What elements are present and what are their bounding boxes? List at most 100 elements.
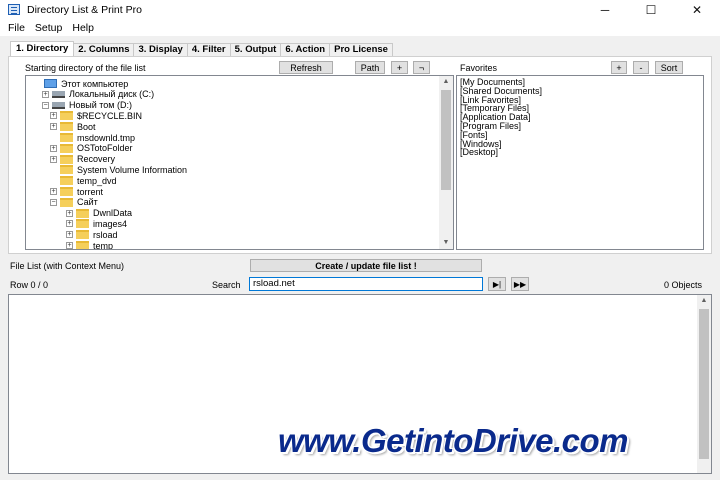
scroll-up-icon[interactable]: ▲ <box>439 76 453 88</box>
create-file-list-button[interactable]: Create / update file list ! <box>250 259 482 272</box>
path-arrow-button[interactable]: ¬ <box>413 61 430 74</box>
add-favorite-button[interactable]: + <box>611 61 627 74</box>
tab-display[interactable]: 3. Display <box>133 43 188 56</box>
scroll-down-icon[interactable]: ▼ <box>439 237 453 249</box>
favorite-item[interactable]: [Desktop] <box>460 148 700 157</box>
tree-item-label: temp <box>93 240 114 250</box>
folder-icon <box>76 208 89 218</box>
tree-item[interactable]: + torrent <box>50 186 103 197</box>
watermark-text: www.GetintoDrive.com <box>278 422 629 459</box>
file-list-label: File List (with Context Menu) <box>10 261 125 271</box>
refresh-button[interactable]: Refresh <box>279 61 333 74</box>
tree-item-label: Recovery <box>77 154 116 165</box>
maximize-button[interactable]: ☐ <box>628 0 674 20</box>
folder-icon <box>60 133 73 142</box>
tree-item[interactable]: − Новый том (D:) <box>42 100 132 111</box>
drive-icon <box>52 101 65 109</box>
tree-item-label: Этот компьютер <box>61 78 129 89</box>
collapse-icon[interactable]: − <box>50 198 57 206</box>
tab-columns[interactable]: 2. Columns <box>73 43 135 56</box>
tree-item-label: DwnlData <box>93 208 133 219</box>
title-bar: Directory List & Print Pro ─ ☐ ✕ <box>0 0 720 20</box>
tree-item-label: Boot <box>77 121 96 132</box>
expand-icon[interactable]: + <box>66 231 73 239</box>
tree-item[interactable]: Этот компьютер <box>34 78 128 89</box>
tree-item[interactable]: + Локальный диск (C:) <box>42 89 154 100</box>
scroll-thumb[interactable] <box>699 309 709 459</box>
path-button[interactable]: Path <box>355 61 385 74</box>
favorites-label: Favorites <box>460 63 498 73</box>
folder-icon <box>60 176 73 186</box>
tree-item[interactable]: + images4 <box>66 218 127 229</box>
expand-icon[interactable]: + <box>66 209 73 217</box>
tree-item-label: OSTotoFolder <box>77 143 133 154</box>
search-all-button[interactable]: ▶▶ <box>511 277 529 291</box>
minimize-button[interactable]: ─ <box>582 0 628 20</box>
remove-favorite-button[interactable]: - <box>633 61 649 74</box>
add-path-button[interactable]: + <box>391 61 408 74</box>
expand-icon[interactable]: + <box>50 188 57 195</box>
window-title: Directory List & Print Pro <box>27 4 142 16</box>
tree-scrollbar[interactable]: ▲ ▼ <box>439 76 453 249</box>
favorite-item[interactable]: [Program Files] <box>460 122 700 131</box>
close-button[interactable]: ✕ <box>674 0 720 20</box>
tree-item-label: temp_dvd <box>77 175 117 186</box>
tree-item[interactable]: + temp <box>66 240 114 250</box>
menu-file[interactable]: File <box>3 20 30 36</box>
folder-icon <box>60 111 73 121</box>
expand-icon[interactable]: + <box>66 220 73 228</box>
sort-favorites-button[interactable]: Sort <box>655 61 683 74</box>
tree-item[interactable]: System Volume Information <box>50 164 187 175</box>
app-icon <box>8 4 20 15</box>
folder-icon <box>60 165 73 175</box>
tab-strip: 1. Directory 2. Columns 3. Display 4. Fi… <box>10 41 393 56</box>
menu-setup[interactable]: Setup <box>30 20 67 36</box>
expand-icon[interactable]: + <box>50 155 57 163</box>
folder-icon <box>76 241 89 249</box>
tree-item-label: torrent <box>77 186 104 197</box>
computer-icon <box>44 79 57 88</box>
folder-icon <box>76 219 89 229</box>
tree-item[interactable]: − Сайт <box>50 197 98 208</box>
tree-item-label: $RECYCLE.BIN <box>77 110 143 121</box>
row-status: Row 0 / 0 <box>10 280 49 290</box>
file-list-scrollbar[interactable]: ▲ <box>697 295 711 473</box>
tab-action[interactable]: 6. Action <box>280 43 331 56</box>
favorites-list[interactable]: [My Documents] [Shared Documents] [Link Fa… <box>456 75 704 250</box>
tree-item[interactable]: temp_dvd <box>50 175 117 186</box>
tab-output[interactable]: 5. Output <box>229 43 282 56</box>
tree-item[interactable]: + Recovery <box>50 154 115 165</box>
menu-bar: File Setup Help <box>0 20 720 36</box>
expand-icon[interactable]: + <box>50 112 57 120</box>
tree-item[interactable]: + $RECYCLE.BIN <box>50 110 142 121</box>
expand-icon[interactable]: + <box>50 144 57 152</box>
tab-filter[interactable]: 4. Filter <box>186 43 231 56</box>
starting-directory-label: Starting directory of the file list <box>25 63 146 73</box>
scroll-thumb[interactable] <box>441 90 451 190</box>
folder-icon <box>60 122 73 132</box>
tree-item[interactable]: + OSTotoFolder <box>50 143 133 154</box>
directory-tree[interactable]: + temp + rsload + images4 + DwnlData − Сайт + torre… <box>25 75 454 250</box>
folder-icon <box>60 143 73 153</box>
expand-icon[interactable]: + <box>42 90 49 98</box>
folder-icon <box>60 197 73 207</box>
search-next-button[interactable]: ▶| <box>488 277 506 291</box>
tab-pro-license[interactable]: Pro License <box>329 43 393 56</box>
search-input[interactable]: rsload.net <box>249 277 483 291</box>
tree-item[interactable]: + DwnlData <box>66 208 132 219</box>
tree-item[interactable]: + rsload <box>66 229 118 240</box>
scroll-up-icon[interactable]: ▲ <box>697 295 711 307</box>
menu-help[interactable]: Help <box>67 20 99 36</box>
tree-item-label: images4 <box>93 218 128 229</box>
expand-icon[interactable]: + <box>50 123 57 131</box>
expand-icon[interactable]: + <box>66 242 73 249</box>
tree-item-label: rsload <box>93 229 118 240</box>
drive-icon <box>52 90 65 98</box>
tree-item-label: System Volume Information <box>77 164 188 175</box>
tree-item[interactable]: + Boot <box>50 121 96 132</box>
collapse-icon[interactable]: − <box>42 101 49 109</box>
directory-panel: Starting directory of the file list Refr… <box>8 56 712 254</box>
folder-icon <box>76 230 89 240</box>
tab-directory[interactable]: 1. Directory <box>10 41 75 56</box>
tree-item[interactable]: msdownld.tmp <box>50 132 135 143</box>
